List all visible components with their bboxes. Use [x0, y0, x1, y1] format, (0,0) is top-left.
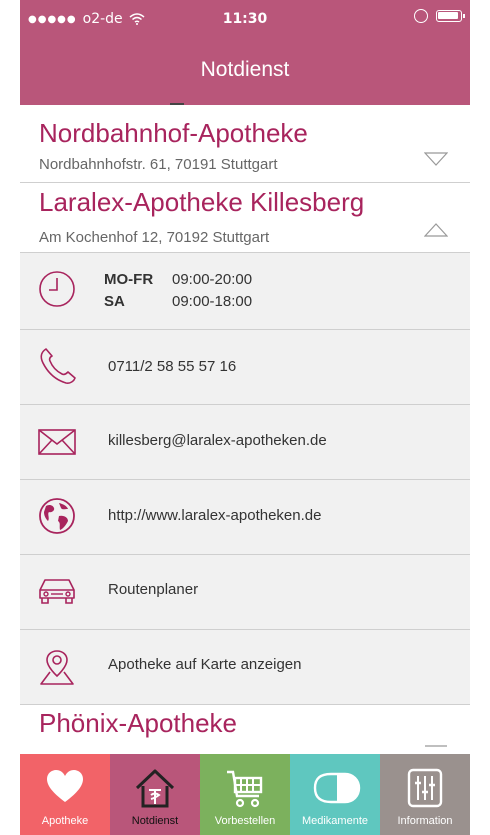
tab-label: Notdienst	[131, 815, 179, 827]
hours-days: MO-FR	[104, 270, 154, 288]
clock-icon	[39, 271, 75, 307]
opening-hours: MO-FR 09:00-20:00 SA 09:00-18:00	[104, 268, 252, 312]
website-link[interactable]: http://www.laralex-apotheken.de	[108, 507, 321, 524]
tab-bar: Apotheke Notdienst Vorbestellen Medikame…	[20, 754, 470, 835]
map-row[interactable]: Apotheke auf Karte anzeigen	[20, 630, 470, 705]
top-bar: ●●●●● o2-de 11:30 Notdienst	[20, 0, 470, 105]
cart-icon	[227, 770, 263, 808]
tab-label: Medikamente	[301, 815, 369, 827]
opening-hours-row: MO-FR 09:00-20:00 SA 09:00-18:00	[20, 253, 470, 330]
pharmacy-item-expanded[interactable]: Laralex-Apotheke Killesberg Am Kochenhof…	[20, 183, 470, 253]
pharmacy-item[interactable]: Phönix-Apotheke	[20, 705, 470, 754]
status-right	[414, 9, 465, 23]
phone-icon	[40, 348, 76, 384]
page-title: Notdienst	[200, 58, 290, 81]
tab-information[interactable]: Information	[380, 754, 470, 835]
heart-icon	[47, 770, 83, 802]
email-address[interactable]: killesberg@laralex-apotheken.de	[108, 432, 327, 449]
hours-days: SA	[104, 292, 125, 310]
phone-row[interactable]: 0711/2 58 55 57 16	[20, 330, 470, 405]
app-screen: ●●●●● o2-de 11:30 Notdienst Nordbahnhof-…	[20, 0, 470, 835]
chevron-up-icon[interactable]	[424, 223, 448, 237]
website-row[interactable]: http://www.laralex-apotheken.de	[20, 480, 470, 555]
tab-notdienst[interactable]: Notdienst	[110, 754, 200, 835]
pharmacy-name: Phönix-Apotheke	[39, 708, 238, 738]
hours-line: SA 09:00-18:00	[104, 290, 252, 312]
globe-icon	[39, 498, 75, 534]
route-planner-link[interactable]: Routenplaner	[108, 581, 198, 598]
tab-label: Information	[397, 815, 453, 827]
hours-time: 09:00-18:00	[172, 292, 253, 310]
tab-label: Apotheke	[41, 815, 89, 827]
envelope-icon	[38, 429, 76, 455]
pill-icon	[313, 772, 361, 804]
battery-icon	[436, 10, 465, 22]
tab-apotheke[interactable]: Apotheke	[20, 754, 110, 835]
pharmacy-name: Laralex-Apotheke Killesberg	[39, 187, 365, 217]
tab-vorbestellen[interactable]: Vorbestellen	[200, 754, 290, 835]
email-row[interactable]: killesberg@laralex-apotheken.de	[20, 405, 470, 480]
hours-line: MO-FR 09:00-20:00	[104, 268, 252, 290]
chevron-down-icon[interactable]	[424, 745, 448, 754]
clock: 11:30	[222, 11, 268, 27]
pharmacy-item[interactable]: Nordbahnhof-Apotheke Nordbahnhofstr. 61,…	[20, 105, 470, 183]
hours-time: 09:00-20:00	[172, 270, 253, 288]
phone-number[interactable]: 0711/2 58 55 57 16	[108, 358, 236, 375]
status-bar: ●●●●● o2-de 11:30	[20, 0, 470, 36]
tab-medikamente[interactable]: Medikamente	[290, 754, 380, 835]
sliders-icon	[407, 768, 443, 808]
car-icon	[39, 579, 75, 604]
pharmacy-address: Am Kochenhof 12, 70192 Stuttgart	[39, 229, 270, 246]
rotation-lock-icon	[414, 9, 428, 23]
map-pin-icon	[40, 650, 74, 685]
route-row[interactable]: Routenplaner	[20, 555, 470, 630]
show-on-map-link[interactable]: Apotheke auf Karte anzeigen	[108, 656, 301, 673]
chevron-down-icon[interactable]	[424, 152, 448, 166]
tab-label: Vorbestellen	[214, 815, 276, 827]
pharmacy-name: Nordbahnhof-Apotheke	[39, 118, 308, 148]
pharmacy-address: Nordbahnhofstr. 61, 70191 Stuttgart	[39, 156, 278, 173]
pharmacy-house-icon	[135, 769, 175, 808]
